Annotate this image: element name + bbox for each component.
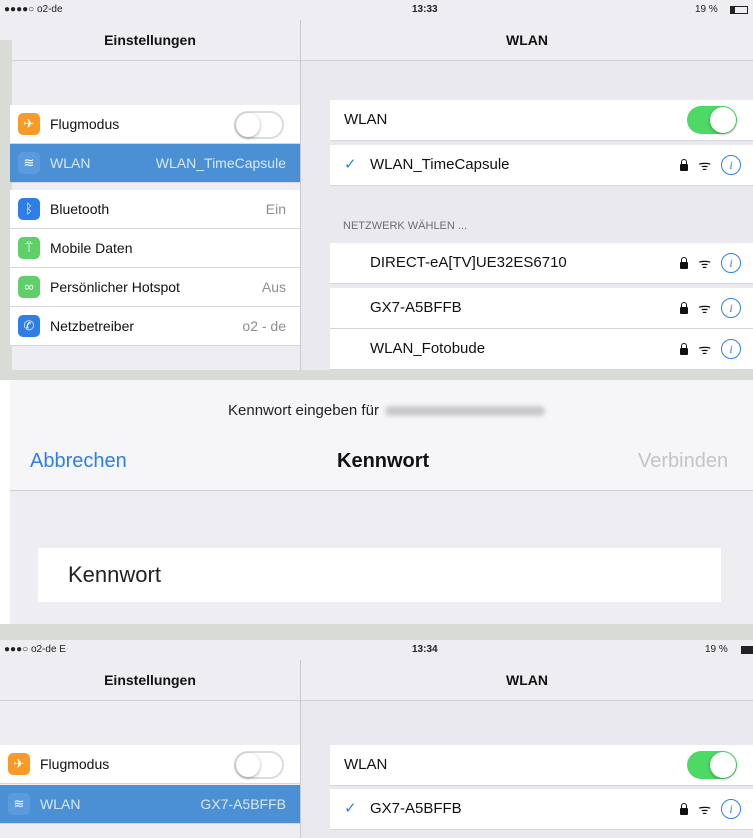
password-dialog-header: Kennwort eingeben für Abbrechen Kennwort…: [10, 380, 753, 491]
bluetooth-icon: ᛒ: [18, 198, 40, 220]
sidebar-navbar: Einstellungen: [0, 20, 300, 61]
status-bar: [0, 640, 753, 660]
sidebar-item-hotspot[interactable]: ∞ Persönlicher Hotspot Aus: [10, 268, 300, 307]
wifi-signal-icon: ᯤ: [698, 801, 711, 817]
cancel-button[interactable]: Abbrechen: [30, 450, 127, 473]
sidebar-item-label: Flugmodus: [50, 116, 120, 132]
lock-icon: [680, 158, 689, 171]
clock: 13:33: [412, 4, 438, 15]
sidebar-item-wlan[interactable]: ≋ WLAN GX7-A5BFFB: [0, 785, 300, 824]
sidebar-item-flugmodus[interactable]: ✈ Flugmodus: [0, 745, 300, 784]
sidebar-item-label: Persönlicher Hotspot: [50, 279, 180, 295]
sidebar-item-value: o2 - de: [242, 318, 286, 334]
sidebar-item-bluetooth[interactable]: ᛒ Bluetooth Ein: [10, 190, 300, 229]
sidebar-item-wlan[interactable]: ≋ WLAN WLAN_TimeCapsule: [10, 144, 300, 183]
sidebar-item-value: GX7-A5BFFB: [200, 796, 286, 812]
lock-icon: [680, 301, 689, 314]
wifi-icon: ≋: [8, 793, 30, 815]
carrier-label: ●●●○ o2-de E: [4, 644, 66, 655]
battery-percent: 19 %: [695, 4, 718, 15]
connected-network-row[interactable]: ✓ WLAN_TimeCapsule ᯤi: [330, 145, 753, 186]
detail-title: WLAN: [506, 672, 548, 688]
status-bar: [0, 0, 753, 20]
wlan-label: WLAN: [344, 756, 388, 773]
detail-navbar: WLAN: [301, 660, 753, 701]
lock-icon: [680, 802, 689, 815]
checkmark-icon: ✓: [344, 156, 357, 173]
battery-icon: [730, 6, 748, 14]
sidebar-item-flugmodus[interactable]: ✈ Flugmodus: [10, 105, 300, 144]
sidebar-item-label: Flugmodus: [40, 756, 110, 772]
wifi-signal-icon: ᯤ: [698, 300, 711, 316]
lock-icon: [680, 342, 689, 355]
password-input[interactable]: Kennwort: [38, 548, 721, 602]
info-icon[interactable]: i: [721, 253, 741, 273]
network-name: GX7-A5BFFB: [370, 299, 462, 316]
airplane-mode-toggle[interactable]: [234, 751, 284, 779]
battery-icon: [741, 646, 753, 654]
battery-percent: 19 %: [705, 644, 728, 655]
network-row[interactable]: WLAN_Fotobude ᯤi: [330, 329, 753, 370]
sidebar-item-label: Mobile Daten: [50, 240, 133, 256]
sidebar-item-label: Netzbetreiber: [50, 318, 135, 334]
sidebar-item-mobile-daten[interactable]: ⍡ Mobile Daten: [10, 229, 300, 268]
separator-band: [0, 624, 753, 640]
info-icon[interactable]: i: [721, 799, 741, 819]
detail-title: WLAN: [506, 32, 548, 48]
wifi-icon: ≋: [18, 152, 40, 174]
sidebar-item-label: WLAN: [50, 155, 91, 171]
network-name: GX7-A5BFFB: [370, 800, 462, 817]
checkmark-icon: ✓: [344, 800, 357, 817]
connected-network-row[interactable]: ✓ GX7-A5BFFB ᯤi: [330, 789, 753, 830]
password-dialog-body: Kennwort: [10, 491, 753, 624]
network-row[interactable]: GX7-A5BFFB ᯤi: [330, 288, 753, 329]
antenna-icon: ⍡: [18, 237, 40, 259]
detail-navbar: WLAN: [301, 20, 753, 61]
sidebar-item-netzbetreiber[interactable]: ✆ Netzbetreiber o2 - de: [10, 307, 300, 346]
network-name: WLAN_Fotobude: [370, 340, 486, 357]
sidebar-title: Einstellungen: [104, 32, 196, 48]
wlan-toggle[interactable]: [687, 751, 737, 779]
network-name: WLAN_TimeCapsule: [370, 156, 510, 173]
wlan-label: WLAN: [344, 111, 388, 128]
info-icon[interactable]: i: [721, 339, 741, 359]
dialog-prompt: Kennwort eingeben für: [228, 402, 379, 419]
password-placeholder: Kennwort: [68, 562, 161, 587]
dialog-title: Kennwort: [337, 450, 430, 472]
sidebar-item-label: Bluetooth: [50, 201, 110, 217]
airplane-mode-toggle[interactable]: [234, 111, 284, 139]
info-icon[interactable]: i: [721, 155, 741, 175]
phone-icon: ✆: [18, 315, 40, 337]
network-row[interactable]: DIRECT-eA[TV]UE32ES6710 ᯤi: [330, 243, 753, 284]
sidebar-item-value: Aus: [261, 279, 286, 295]
connect-button[interactable]: Verbinden: [638, 450, 728, 473]
sidebar-title: Einstellungen: [104, 672, 196, 688]
sidebar-item-value: WLAN_TimeCapsule: [155, 155, 286, 171]
network-name: DIRECT-eA[TV]UE32ES6710: [370, 254, 567, 271]
wlan-toggle-row: WLAN: [330, 100, 753, 141]
sidebar-item-value: Ein: [265, 201, 286, 217]
carrier-label: ●●●●○ o2-de: [4, 4, 63, 15]
info-icon[interactable]: i: [721, 298, 741, 318]
sidebar-item-label: WLAN: [40, 796, 81, 812]
wifi-signal-icon: ᯤ: [698, 255, 711, 271]
separator-band: [0, 370, 753, 380]
sidebar-navbar: Einstellungen: [0, 660, 300, 701]
airplane-icon: ✈: [18, 113, 40, 135]
wlan-toggle-row: WLAN: [330, 745, 753, 786]
wlan-toggle[interactable]: [687, 106, 737, 134]
clock: 13:34: [412, 644, 438, 655]
lock-icon: [680, 256, 689, 269]
airplane-icon: ✈: [8, 753, 30, 775]
blurred-network-name: [385, 406, 545, 416]
section-header: NETZWERK WÄHLEN ...: [343, 220, 468, 232]
wifi-signal-icon: ᯤ: [698, 341, 711, 357]
wifi-signal-icon: ᯤ: [698, 157, 711, 173]
hotspot-icon: ∞: [18, 276, 40, 298]
